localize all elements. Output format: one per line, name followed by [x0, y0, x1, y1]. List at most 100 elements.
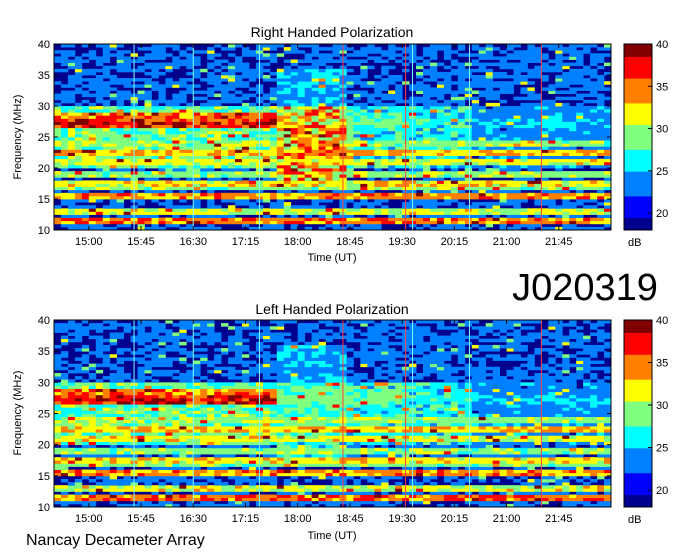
heatmap-cell — [60, 195, 69, 200]
heatmap-cell — [311, 109, 319, 113]
heatmap-cell — [353, 106, 361, 110]
heatmap-cell — [457, 161, 466, 166]
heatmap-cell — [367, 152, 375, 156]
heatmap-cell — [165, 124, 173, 129]
heatmap-cell — [527, 137, 535, 141]
heatmap-cell — [506, 475, 514, 480]
heatmap-cell — [534, 199, 542, 203]
heatmap-cell — [95, 211, 104, 215]
heatmap-cell — [325, 127, 333, 132]
heatmap-cell — [332, 118, 340, 122]
heatmap-cell — [311, 133, 319, 138]
heatmap-cell — [214, 164, 222, 169]
heatmap-cell — [381, 68, 389, 73]
heatmap-cell — [443, 174, 452, 178]
chart-title-left: Left Handed Polarization — [255, 301, 408, 317]
heatmap-cell — [179, 217, 187, 222]
heatmap-cell — [276, 118, 285, 122]
heatmap-cell — [527, 186, 535, 191]
colorbar-segment — [624, 106, 652, 110]
heatmap-cell — [597, 152, 605, 156]
colorbar-segment — [624, 199, 652, 203]
heatmap-cell — [325, 118, 333, 122]
heatmap-cell — [214, 62, 222, 67]
heatmap-cell — [276, 189, 285, 194]
heatmap-cell — [367, 177, 375, 181]
heatmap-cell — [88, 56, 97, 60]
heatmap-cell — [534, 223, 542, 228]
heatmap-cell — [423, 177, 431, 181]
heatmap-cell — [311, 161, 319, 166]
heatmap-cell — [457, 102, 466, 107]
heatmap-cell — [318, 62, 326, 67]
heatmap-cell — [436, 109, 445, 113]
heatmap-cell — [186, 168, 194, 172]
heatmap-cell — [506, 56, 514, 60]
heatmap-cell — [67, 180, 76, 184]
heatmap-cell — [534, 171, 542, 175]
heatmap-cell — [423, 121, 431, 125]
heatmap-cell — [534, 149, 542, 153]
heatmap-cell — [144, 124, 152, 129]
heatmap-cell — [241, 195, 250, 200]
heatmap-cell — [158, 152, 166, 156]
heatmap-cell — [207, 130, 215, 135]
heatmap-cell — [548, 112, 556, 116]
heatmap-cell — [395, 121, 403, 125]
heatmap-cell — [207, 93, 215, 98]
colorbar-segment — [624, 121, 652, 126]
heatmap-cell — [513, 137, 521, 141]
heatmap-cell — [102, 146, 111, 150]
heatmap-cell — [534, 47, 542, 51]
heatmap-cell — [450, 121, 459, 125]
heatmap-cell — [304, 109, 313, 113]
heatmap-cell — [541, 220, 549, 225]
heatmap-cell — [374, 106, 382, 110]
heatmap-cell — [548, 68, 556, 73]
heatmap-cell — [346, 171, 354, 175]
heatmap-cell — [116, 478, 125, 483]
heatmap-cell — [325, 130, 333, 135]
heatmap-cell — [248, 109, 257, 113]
heatmap-cell — [123, 62, 131, 67]
heatmap-cell — [492, 56, 500, 60]
heatmap-cell — [67, 174, 76, 178]
heatmap-cell — [172, 211, 180, 215]
heatmap-cell — [248, 68, 257, 73]
heatmap-cell — [506, 118, 514, 122]
heatmap-cell — [597, 75, 605, 79]
heatmap-cell — [123, 118, 131, 122]
heatmap-cell — [450, 183, 459, 187]
heatmap-cell — [172, 195, 180, 200]
heatmap-cell — [429, 44, 438, 48]
heatmap-cell — [116, 211, 125, 215]
heatmap-cell — [283, 164, 292, 169]
heatmap-cell — [353, 143, 361, 147]
heatmap-cell — [137, 183, 145, 187]
heatmap-cell — [360, 500, 368, 505]
heatmap-cell — [74, 214, 83, 218]
heatmap-cell — [534, 143, 542, 147]
heatmap-cell — [81, 180, 90, 184]
heatmap-cell — [137, 140, 145, 144]
heatmap-cell — [534, 112, 542, 116]
heatmap-cell — [325, 155, 333, 160]
heatmap-cell — [95, 121, 104, 125]
heatmap-cell — [506, 140, 514, 144]
x-tick-label: 15:45 — [127, 236, 155, 248]
heatmap-cell — [151, 44, 159, 48]
heatmap-cell — [318, 180, 326, 184]
heatmap-cell — [74, 189, 83, 194]
heatmap-cell — [485, 124, 494, 129]
heatmap-cell — [262, 155, 271, 160]
heatmap-cell — [123, 171, 131, 175]
heatmap-cell — [54, 137, 62, 141]
heatmap-cell — [54, 500, 62, 505]
colorbar-segment — [624, 202, 652, 206]
heatmap-cell — [416, 472, 424, 477]
heatmap-cell — [485, 149, 494, 153]
heatmap-cell — [492, 208, 500, 212]
heatmap-cell — [548, 152, 556, 156]
heatmap-cell — [165, 485, 173, 489]
heatmap-cell — [207, 202, 215, 206]
